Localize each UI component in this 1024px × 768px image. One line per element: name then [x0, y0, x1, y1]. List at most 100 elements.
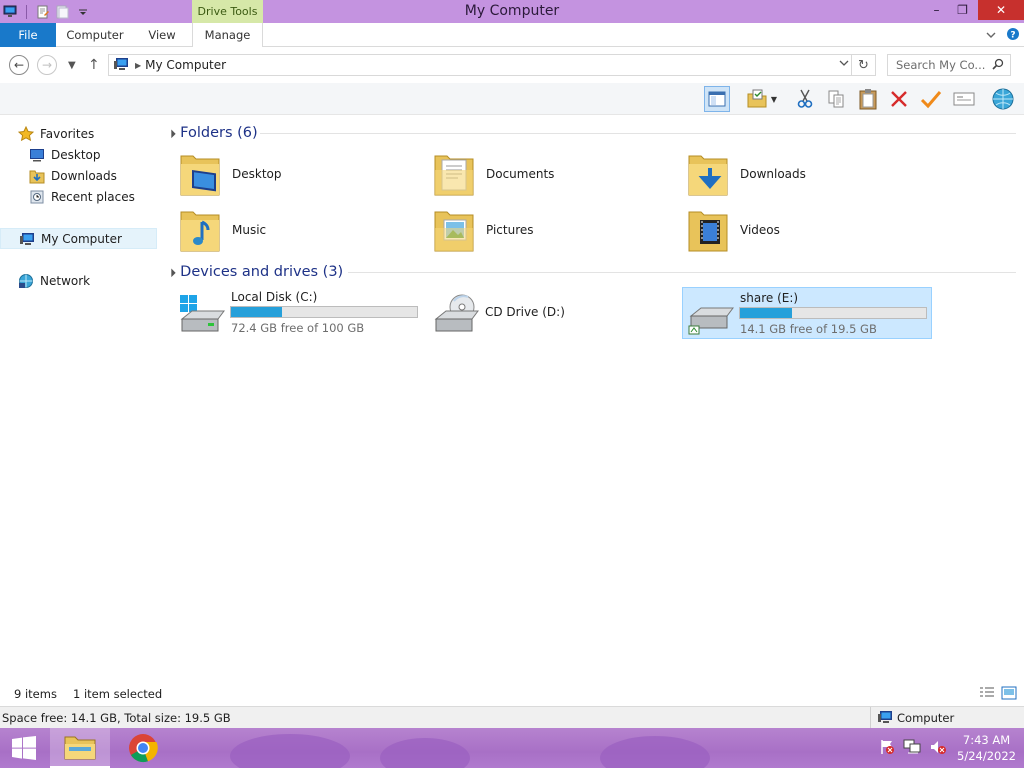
pictures-folder-icon: [434, 211, 474, 252]
search-icon[interactable]: [992, 58, 1004, 73]
file-explorer-icon: [64, 736, 96, 760]
chevron-down-icon: ▼: [770, 94, 778, 104]
properties-button[interactable]: [951, 86, 977, 112]
folder-tile-videos[interactable]: Videos: [686, 204, 916, 256]
computer-icon[interactable]: [2, 4, 18, 20]
new-folder-icon[interactable]: [55, 4, 71, 20]
drive-tile-c[interactable]: Local Disk (C:) 72.4 GB free of 100 GB: [174, 287, 424, 339]
computer-icon: [19, 231, 35, 247]
network-share-drive-icon: [687, 294, 737, 341]
drive-usage-fill: [740, 308, 792, 318]
volume-muted-icon[interactable]: [929, 739, 947, 758]
maximize-button[interactable]: ❐: [947, 0, 978, 20]
cut-button[interactable]: [792, 86, 818, 112]
tab-manage[interactable]: Manage: [192, 23, 263, 47]
wallpaper-shape: [380, 738, 470, 768]
address-row: ← → ▼ ↑ ▶ My Computer ↻ Search My Co...: [0, 47, 1024, 83]
breadcrumb-my-computer[interactable]: My Computer: [145, 58, 226, 72]
downloads-folder-icon: [29, 168, 45, 184]
star-icon: [18, 125, 34, 142]
preview-pane-button[interactable]: [704, 86, 730, 112]
help-icon[interactable]: ?: [1006, 27, 1020, 44]
location-zone: Computer: [897, 711, 955, 725]
address-history-dropdown[interactable]: [839, 55, 849, 75]
action-center-flag-icon[interactable]: [879, 739, 895, 758]
folder-tile-desktop[interactable]: Desktop: [178, 148, 408, 200]
selection-count: 1 item selected: [73, 687, 163, 701]
desktop-icon: [29, 147, 45, 163]
window-title: My Computer: [464, 3, 560, 19]
forward-arrow-icon: →: [41, 58, 53, 72]
network-icon: [18, 273, 34, 289]
desktop-folder-icon: [180, 155, 220, 196]
taskbar-chrome[interactable]: [113, 728, 173, 768]
recent-locations-button[interactable]: ▼: [68, 55, 76, 75]
documents-folder-icon: [434, 155, 474, 196]
drive-usage-fill: [231, 307, 283, 317]
close-icon: ✕: [995, 3, 1007, 17]
music-folder-icon: [180, 211, 220, 252]
address-bar[interactable]: ▶ My Computer ↻: [108, 54, 876, 76]
nav-item-desktop[interactable]: Desktop: [29, 144, 101, 165]
tab-computer[interactable]: Computer: [60, 23, 130, 47]
copy-icon: [828, 90, 844, 108]
nav-item-downloads[interactable]: Downloads: [29, 165, 117, 186]
forward-button[interactable]: →: [37, 55, 57, 75]
clock-date: 5/24/2022: [957, 749, 1016, 763]
nav-label: My Computer: [41, 231, 122, 246]
properties-icon[interactable]: [35, 4, 51, 20]
search-box[interactable]: Search My Co...: [887, 54, 1011, 76]
nav-item-my-computer[interactable]: My Computer: [0, 228, 157, 249]
folder-label: Pictures: [486, 223, 534, 237]
scissors-icon: [797, 89, 813, 108]
refresh-icon: ↻: [858, 57, 869, 73]
paste-button[interactable]: [855, 86, 881, 112]
drive-free-space: 72.4 GB free of 100 GB: [231, 321, 365, 335]
folder-tile-documents[interactable]: Documents: [432, 148, 662, 200]
ribbon-controls: ?: [986, 23, 1020, 47]
start-button[interactable]: [0, 728, 48, 768]
copy-button[interactable]: [823, 86, 849, 112]
collapse-triangle-icon: ◢: [165, 266, 177, 278]
nav-label: Downloads: [51, 168, 117, 183]
network-globe-button[interactable]: [990, 86, 1016, 112]
folder-label: Downloads: [740, 167, 806, 181]
ribbon-tab-strip: File Computer View Manage ?: [0, 23, 1024, 47]
nav-item-network[interactable]: Network: [18, 270, 90, 291]
new-folder-dropdown-button[interactable]: ▼: [742, 86, 782, 112]
content-pane: ◢ Folders (6) Desktop Documents Download…: [158, 115, 1024, 683]
back-button[interactable]: ←: [9, 55, 29, 75]
up-button[interactable]: ↑: [88, 55, 100, 75]
drive-tile-e[interactable]: share (E:) 14.1 GB free of 19.5 GB: [682, 287, 932, 339]
rename-check-button[interactable]: [918, 86, 944, 112]
folder-tile-downloads[interactable]: Downloads: [686, 148, 916, 200]
details-view-button[interactable]: [979, 686, 995, 703]
network-status-icon[interactable]: [903, 739, 921, 758]
drive-tile-d[interactable]: CD Drive (D:): [428, 287, 678, 339]
clock[interactable]: 7:43 AM 5/24/2022: [957, 732, 1016, 764]
group-header-folders[interactable]: ◢ Folders (6): [165, 123, 1016, 143]
group-header-devices[interactable]: ◢ Devices and drives (3): [165, 262, 1016, 282]
breadcrumb-chevron-icon[interactable]: ▶: [135, 61, 141, 70]
close-button[interactable]: ✕: [978, 0, 1024, 20]
restore-icon: ❐: [957, 3, 968, 17]
folder-label: Documents: [486, 167, 555, 181]
tab-file[interactable]: File: [0, 23, 56, 47]
delete-button[interactable]: [886, 86, 912, 112]
taskbar-file-explorer[interactable]: [50, 728, 110, 768]
collapse-triangle-icon: ◢: [165, 127, 177, 139]
large-icons-view-button[interactable]: [1001, 686, 1017, 703]
recent-places-icon: [29, 189, 45, 205]
nav-item-favorites[interactable]: Favorites: [18, 123, 94, 144]
customize-qat-icon[interactable]: [75, 4, 91, 20]
item-count: 9 items: [14, 687, 57, 701]
expand-ribbon-icon[interactable]: [986, 29, 996, 42]
tab-view[interactable]: View: [136, 23, 188, 47]
nav-item-recent-places[interactable]: Recent places: [29, 186, 135, 207]
folder-tile-music[interactable]: Music: [178, 204, 408, 256]
clipboard-icon: [859, 89, 877, 110]
clock-time: 7:43 AM: [962, 733, 1011, 747]
local-disk-icon: [178, 293, 228, 340]
refresh-button[interactable]: ↻: [851, 55, 875, 75]
folder-tile-pictures[interactable]: Pictures: [432, 204, 662, 256]
